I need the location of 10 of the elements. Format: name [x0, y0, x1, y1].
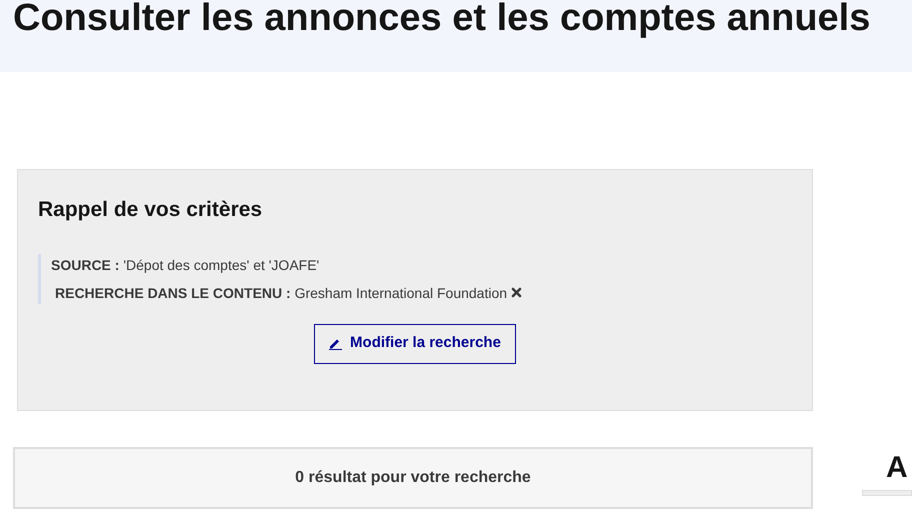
section-heading: A — [886, 450, 908, 486]
page-title: Consulter les annonces et les comptes annuels — [13, 0, 870, 41]
pencil-icon — [329, 337, 342, 350]
side-panel — [862, 490, 912, 496]
edit-search-button[interactable]: Modifier la recherche — [314, 324, 516, 364]
criteria-heading: Rappel de vos critères — [38, 197, 262, 223]
criteria-item: RECHERCHE DANS LE CONTENU : Gresham International Foundation — [55, 284, 508, 302]
remove-icon[interactable] — [511, 287, 522, 298]
criteria-item: SOURCE : 'Dépot des comptes' et 'JOAFE' — [51, 256, 320, 275]
results-count: 0 résultat pour votre recherche — [295, 468, 531, 488]
